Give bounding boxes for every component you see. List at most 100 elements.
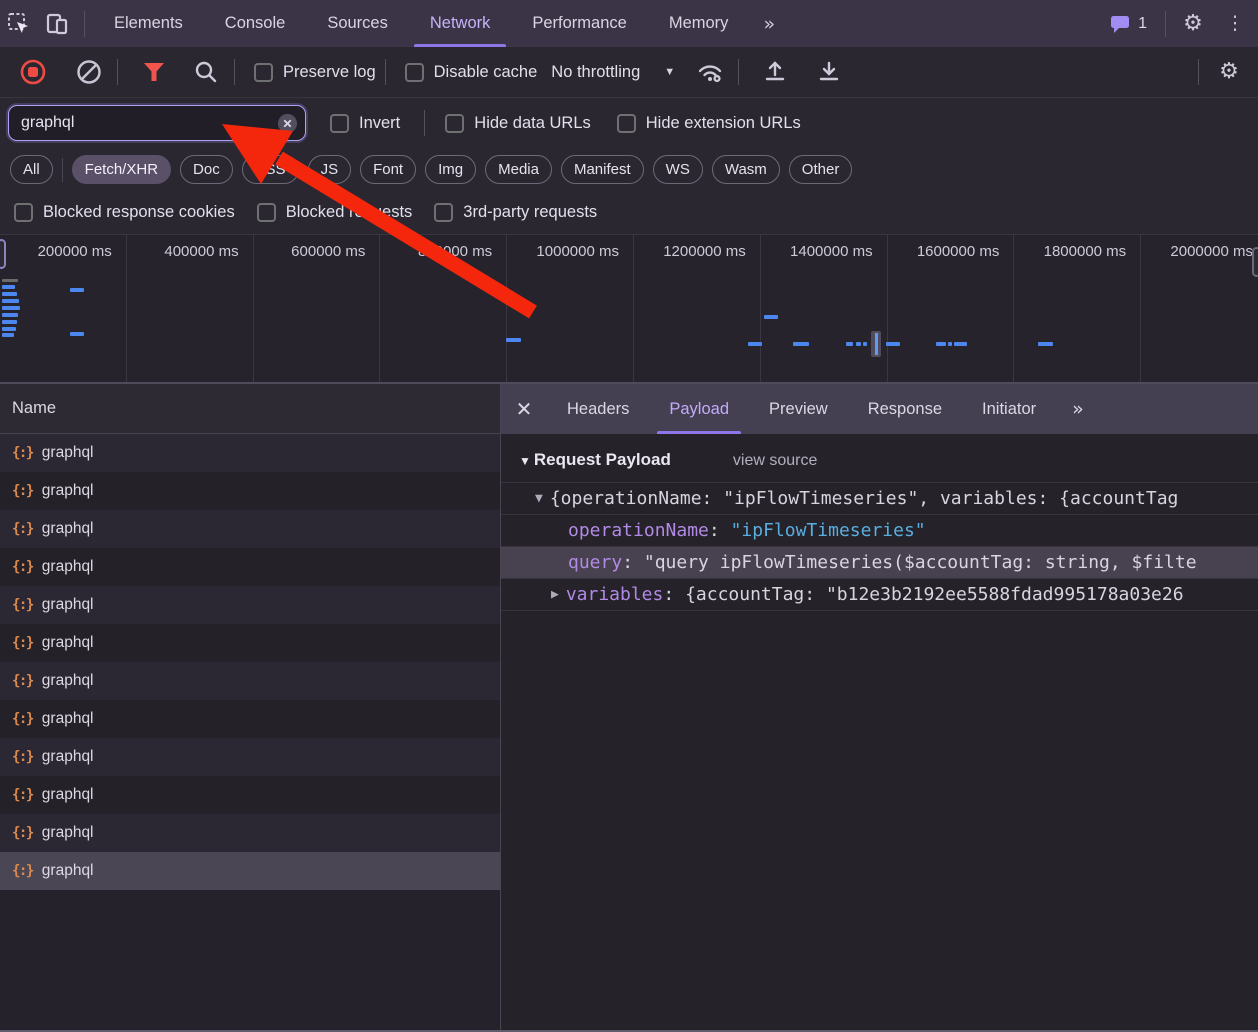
request-name: graphql [42,596,94,614]
payload-key: operationName [568,520,709,541]
tab-console[interactable]: Console [204,0,307,47]
preserve-log-checkbox[interactable]: Preserve log [254,63,376,82]
network-activity-bar [2,299,19,303]
request-name: graphql [42,444,94,462]
payload-value: "query ipFlowTimeseries($accountTag: str… [644,552,1197,573]
request-row[interactable]: {:}graphql [0,472,500,510]
hide-data-urls-checkbox[interactable]: Hide data URLs [445,114,590,133]
filter-pill-media[interactable]: Media [485,155,552,184]
checkbox-icon [330,114,349,133]
request-row[interactable]: {:}graphql [0,624,500,662]
export-har-button[interactable] [810,54,848,90]
network-conditions-button[interactable] [691,54,729,90]
filter-pill-fetch-xhr[interactable]: Fetch/XHR [72,155,171,184]
3rd-party-requests-checkbox[interactable]: 3rd-party requests [434,203,597,222]
timeline-scroll-handle-right[interactable] [1252,247,1258,277]
filter-pill-font[interactable]: Font [360,155,416,184]
detail-tab-payload[interactable]: Payload [649,384,749,434]
filter-pill-img[interactable]: Img [425,155,476,184]
view-source-link[interactable]: view source [733,452,817,470]
request-row[interactable]: {:}graphql [0,434,500,472]
name-column-header[interactable]: Name [0,384,500,434]
network-settings-button[interactable]: ⚙ [1210,54,1248,90]
request-row[interactable]: {:}graphql [0,738,500,776]
devtools-tabbar: ElementsConsoleSourcesNetworkPerformance… [0,0,1258,47]
throttling-dropdown[interactable]: No throttling ▼ [551,63,675,82]
invert-checkbox[interactable]: Invert [330,114,400,133]
filter-pill-other[interactable]: Other [789,155,853,184]
filter-pill-css[interactable]: CSS [242,155,299,184]
devtools-window: ElementsConsoleSourcesNetworkPerformance… [0,0,1258,1032]
filter-input[interactable] [9,114,274,132]
payload-line[interactable]: ▼ {operationName: "ipFlowTimeseries", var… [501,483,1258,515]
filter-pill-js[interactable]: JS [308,155,352,184]
request-payload-section-header[interactable]: ▼ Request Payload view source [501,434,1258,482]
request-row[interactable]: {:}graphql [0,700,500,738]
tab-sources[interactable]: Sources [306,0,409,47]
payload-line[interactable]: operationName: "ipFlowTimeseries" [501,515,1258,547]
search-button[interactable] [187,54,225,90]
inspect-element-button[interactable] [0,6,38,42]
network-activity-bar [2,320,17,324]
detail-tab-preview[interactable]: Preview [749,384,848,434]
hide-extension-urls-checkbox[interactable]: Hide extension URLs [617,114,801,133]
issues-counter[interactable]: 1 [1109,14,1147,34]
disable-cache-checkbox[interactable]: Disable cache [405,63,538,82]
detail-tab-list: HeadersPayloadPreviewResponseInitiator [547,384,1056,434]
more-tabs-button[interactable]: » [749,13,789,35]
disclosure-closed-icon[interactable]: ▶ [551,587,559,602]
blocked-requests-checkbox[interactable]: Blocked requests [257,203,413,222]
request-row[interactable]: {:}graphql [0,586,500,624]
fetch-xhr-icon: {:} [12,711,33,727]
request-row[interactable]: {:}graphql [0,662,500,700]
detail-tab-response[interactable]: Response [848,384,962,434]
checkbox-icon [254,63,273,82]
import-har-button[interactable] [756,54,794,90]
network-activity-bar [2,279,18,282]
tab-network[interactable]: Network [409,0,512,47]
payload-value: {operationName: "ipFlowTimeseries", vari… [550,488,1179,509]
disclosure-open-icon[interactable]: ▼ [535,491,543,506]
tab-elements[interactable]: Elements [93,0,204,47]
timeline-scroll-handle-left[interactable] [0,239,6,269]
settings-button[interactable]: ⚙ [1174,6,1212,42]
main-menu-button[interactable]: ⋮ [1216,6,1254,42]
filter-toggle-button[interactable] [135,54,173,90]
payload-key: variables [566,584,664,605]
filter-pill-ws[interactable]: WS [653,155,703,184]
more-detail-tabs-button[interactable]: » [1056,398,1100,420]
request-row[interactable]: {:}graphql [0,776,500,814]
issues-count: 1 [1138,15,1147,33]
timeline-selected-marker [871,331,881,357]
blocked-response-cookies-checkbox[interactable]: Blocked response cookies [14,203,235,222]
close-detail-button[interactable]: ✕ [501,384,547,434]
network-activity-bar [886,342,900,346]
device-toolbar-icon [45,12,69,36]
tab-memory[interactable]: Memory [648,0,750,47]
upload-icon [762,59,788,85]
record-network-log-button[interactable] [14,54,52,90]
filter-pill-doc[interactable]: Doc [180,155,233,184]
request-row[interactable]: {:}graphql [0,852,500,890]
inspect-element-icon [7,12,31,36]
clear-filter-button[interactable] [274,110,300,136]
request-row[interactable]: {:}graphql [0,814,500,852]
payload-line[interactable]: ▶variables: {accountTag: "b12e3b2192ee55… [501,579,1258,611]
filter-pill-wasm[interactable]: Wasm [712,155,780,184]
request-row[interactable]: {:}graphql [0,548,500,586]
filter-pill-manifest[interactable]: Manifest [561,155,644,184]
funnel-icon [142,61,166,83]
detail-tab-headers[interactable]: Headers [547,384,649,434]
request-row[interactable]: {:}graphql [0,510,500,548]
network-activity-bar [70,332,84,336]
detail-tab-initiator[interactable]: Initiator [962,384,1056,434]
close-icon [276,112,299,135]
clear-network-log-button[interactable] [70,54,108,90]
network-overview-timeline[interactable]: 200000 ms400000 ms600000 ms800000 ms1000… [0,234,1258,384]
request-name: graphql [42,482,94,500]
filter-pill-all[interactable]: All [10,155,53,184]
device-toolbar-button[interactable] [38,6,76,42]
tab-performance[interactable]: Performance [511,0,647,47]
download-icon [816,59,842,85]
payload-line[interactable]: query: "query ipFlowTimeseries($accountT… [501,547,1258,579]
